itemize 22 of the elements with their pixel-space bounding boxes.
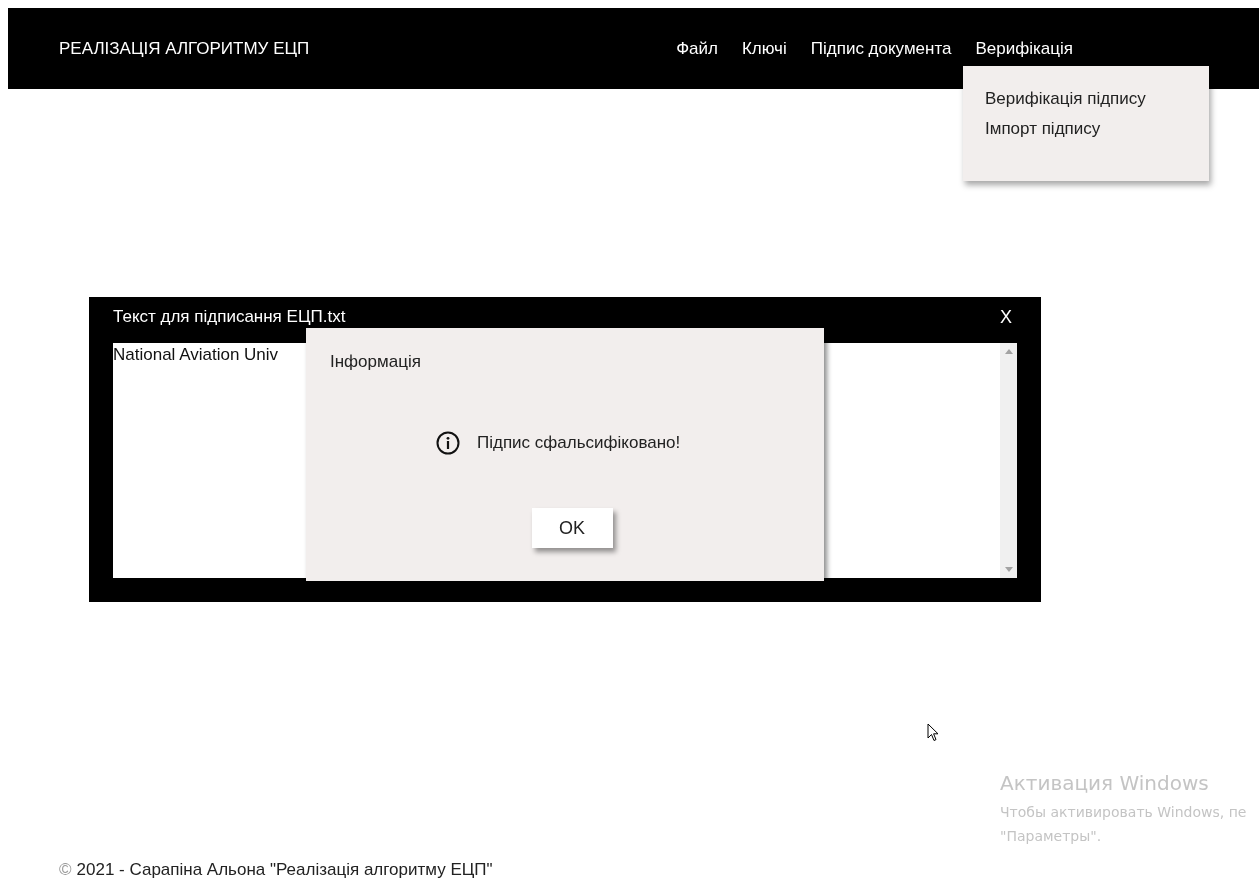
cursor-icon	[927, 723, 939, 742]
ok-button[interactable]: OK	[531, 508, 613, 548]
scroll-up-icon[interactable]	[1004, 349, 1013, 354]
dialog-title: Інформація	[330, 352, 422, 372]
scrollbar[interactable]	[1000, 343, 1017, 578]
footer-text: 2021 - Сарапіна Альона "Реалізація алгоритму ЕЦП"	[76, 860, 493, 880]
window-title: Текст для підписання ЕЦП.txt	[113, 307, 347, 327]
activation-text: "Параметры".	[1000, 827, 1103, 846]
nav-link[interactable]: Верифікація	[975, 36, 1073, 61]
copyright-icon: ©	[59, 860, 72, 880]
nav-link[interactable]: Файл	[676, 36, 718, 61]
site-title: РЕАЛІЗАЦІЯ АЛГОРИТМУ ЕЦП	[59, 38, 311, 59]
dialog-message: Підпис сфальсифіковано!	[477, 433, 681, 453]
menu-item[interactable]: Імпорт підпису	[985, 119, 1187, 139]
nav-link[interactable]: Ключі	[741, 36, 787, 61]
info-icon	[436, 431, 460, 455]
activation-title: Активация Windows	[1000, 771, 1210, 795]
activation-text: Чтобы активировать Windows, пе	[1000, 803, 1248, 822]
scroll-down-icon[interactable]	[1004, 567, 1013, 572]
nav-link[interactable]: Підпис документа	[810, 36, 952, 61]
menu-item[interactable]: Верифікація підпису	[985, 89, 1187, 109]
close-button[interactable]: X	[1000, 307, 1012, 328]
